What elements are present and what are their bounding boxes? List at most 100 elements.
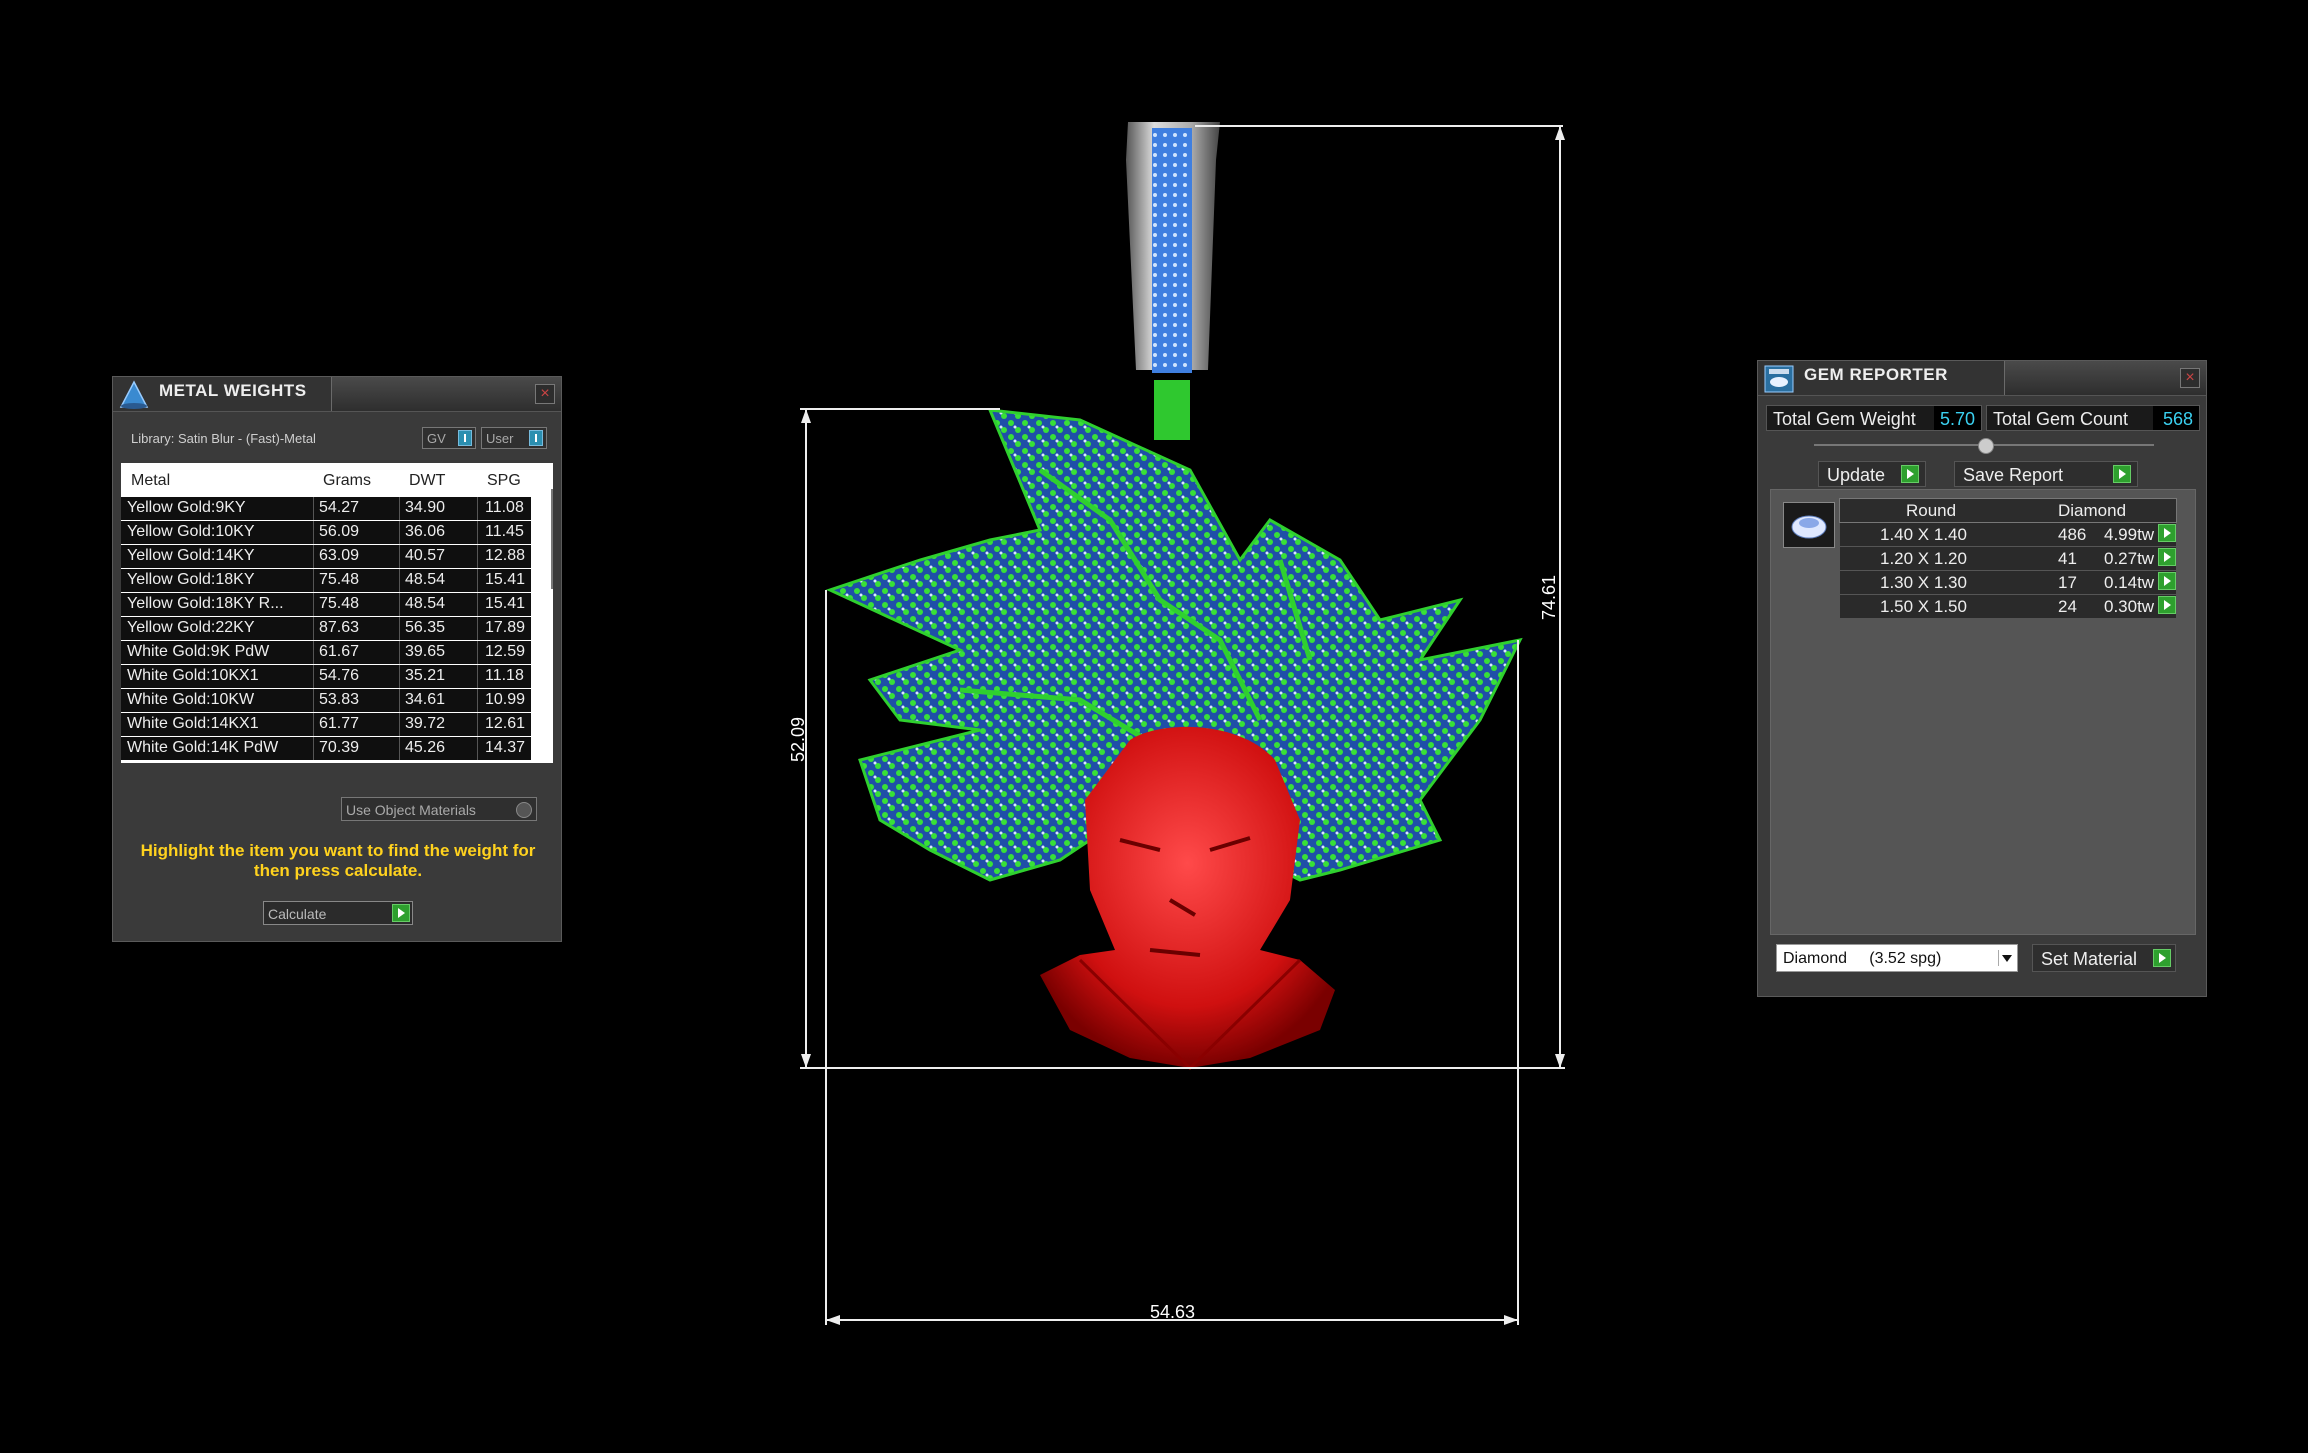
dwt-cell: 40.57 xyxy=(405,547,446,564)
metal-weights-table: Metal Grams DWT SPG Yellow Gold:9KY 54.27… xyxy=(121,463,553,763)
metal-name-cell: Yellow Gold:14KY xyxy=(127,547,255,564)
column-divider xyxy=(313,593,314,616)
set-material-button[interactable]: Set Material xyxy=(2032,944,2176,972)
instruction-text: Highlight the item you want to find the … xyxy=(140,841,536,880)
table-row[interactable]: White Gold:14KX1 61.77 39.72 12.61 xyxy=(121,713,531,736)
select-gems-play-icon[interactable] xyxy=(2158,548,2176,566)
table-row[interactable]: Yellow Gold:18KY 75.48 48.54 15.41 xyxy=(121,569,531,592)
col-metal[interactable]: Metal xyxy=(131,472,170,490)
grams-cell: 70.39 xyxy=(319,739,360,756)
gem-report-table: Round Diamond 1.40 X 1.40 486 4.99tw 1.20 X… xyxy=(1839,498,2177,619)
gem-table-header: Round Diamond xyxy=(1839,498,2177,523)
column-divider xyxy=(399,665,400,688)
select-gems-play-icon[interactable] xyxy=(2158,524,2176,542)
gem-count-cell: 486 xyxy=(2058,525,2087,544)
chevron-down-icon[interactable] xyxy=(1998,950,2013,966)
column-divider xyxy=(313,617,314,640)
metal-name-cell: White Gold:10KX1 xyxy=(127,667,259,684)
metal-weights-panel: METAL WEIGHTS × Library: Satin Blur - (F… xyxy=(112,376,562,942)
gem-row[interactable]: 1.40 X 1.40 486 4.99tw xyxy=(1839,523,2177,547)
table-row[interactable]: Yellow Gold:22KY 87.63 56.35 17.89 xyxy=(121,617,531,640)
grams-cell: 54.27 xyxy=(319,499,360,516)
gem-count-cell: 17 xyxy=(2058,573,2077,592)
metal-name-cell: Yellow Gold:18KY R... xyxy=(127,595,284,612)
dwt-cell: 34.90 xyxy=(405,499,446,516)
material-select-value: Diamond (3.52 spg) xyxy=(1783,950,1942,967)
select-gems-play-icon[interactable] xyxy=(2158,572,2176,590)
column-divider xyxy=(477,689,478,712)
calculate-button[interactable]: Calculate xyxy=(263,901,413,925)
table-row[interactable]: Yellow Gold:14KY 63.09 40.57 12.88 xyxy=(121,545,531,568)
user-toggle[interactable]: User xyxy=(481,427,547,449)
gem-count-cell: 24 xyxy=(2058,597,2077,616)
material-select[interactable]: Diamond (3.52 spg) xyxy=(1776,944,2018,972)
gem-row[interactable]: 1.30 X 1.30 17 0.14tw xyxy=(1839,571,2177,595)
round-diamond-icon[interactable] xyxy=(1783,502,1835,548)
gv-toggle[interactable]: GV xyxy=(422,427,476,449)
column-divider xyxy=(399,593,400,616)
gem-count-cell: 41 xyxy=(2058,549,2077,568)
spg-cell: 12.61 xyxy=(485,715,526,732)
material-header: Diamond xyxy=(2058,501,2127,520)
column-divider xyxy=(477,569,478,592)
table-row[interactable]: Yellow Gold:9KY 54.27 34.90 11.08 xyxy=(121,497,531,520)
metal-weights-rows: Yellow Gold:9KY 54.27 34.90 11.08 Yellow Gol… xyxy=(121,497,531,761)
column-divider xyxy=(399,713,400,736)
metal-name-cell: White Gold:10KW xyxy=(127,691,255,708)
metal-weights-close-icon[interactable]: × xyxy=(535,384,555,404)
dwt-cell: 39.72 xyxy=(405,715,446,732)
col-dwt[interactable]: DWT xyxy=(409,472,445,490)
table-header: Metal Grams DWT SPG xyxy=(121,463,553,497)
use-object-materials-option[interactable]: Use Object Materials xyxy=(341,797,537,821)
metal-weights-titlebar[interactable]: METAL WEIGHTS × xyxy=(113,377,561,412)
gem-row[interactable]: 1.50 X 1.50 24 0.30tw xyxy=(1839,595,2177,619)
gem-size-cell: 1.40 X 1.40 xyxy=(1880,525,1967,544)
dim-head-height-label: 52.09 xyxy=(788,717,808,762)
dwt-cell: 48.54 xyxy=(405,571,446,588)
report-slider-knob[interactable] xyxy=(1978,438,1994,454)
total-gem-weight: Total Gem Weight 5.70 xyxy=(1766,405,1982,431)
gem-weight-cell: 0.30tw xyxy=(2104,597,2155,616)
total-gem-count-value: 568 xyxy=(2153,406,2199,430)
grams-cell: 75.48 xyxy=(319,595,360,612)
shape-header: Round xyxy=(1906,501,1957,520)
table-row[interactable]: White Gold:10KW 53.83 34.61 10.99 xyxy=(121,689,531,712)
column-divider xyxy=(477,713,478,736)
table-row[interactable]: Yellow Gold:18KY R... 75.48 48.54 15.41 xyxy=(121,593,531,616)
metal-name-cell: Yellow Gold:10KY xyxy=(127,523,255,540)
column-divider xyxy=(399,497,400,520)
table-row[interactable]: White Gold:9K PdW 61.67 39.65 12.59 xyxy=(121,641,531,664)
grams-cell: 56.09 xyxy=(319,523,360,540)
set-material-label: Set Material xyxy=(2041,949,2138,969)
vertical-scrollbar[interactable] xyxy=(551,489,553,589)
dwt-cell: 56.35 xyxy=(405,619,446,636)
select-gems-play-icon[interactable] xyxy=(2158,596,2176,614)
column-divider xyxy=(313,545,314,568)
table-row[interactable]: White Gold:14K PdW 70.39 45.26 14.37 xyxy=(121,737,531,760)
table-row[interactable]: Yellow Gold:10KY 56.09 36.06 11.45 xyxy=(121,521,531,544)
col-grams[interactable]: Grams xyxy=(323,472,371,490)
save-report-button[interactable]: Save Report xyxy=(1954,461,2138,487)
update-button[interactable]: Update xyxy=(1818,461,1926,487)
column-divider xyxy=(313,737,314,760)
table-row[interactable]: White Gold:10KX1 54.76 35.21 11.18 xyxy=(121,665,531,688)
metal-name-cell: White Gold:14KX1 xyxy=(127,715,259,732)
save-report-play-icon xyxy=(2113,465,2131,483)
column-divider xyxy=(313,569,314,592)
col-spg[interactable]: SPG xyxy=(487,472,521,490)
use-object-materials-radio[interactable] xyxy=(516,802,532,818)
grams-cell: 53.83 xyxy=(319,691,360,708)
dwt-cell: 34.61 xyxy=(405,691,446,708)
pendant-bail xyxy=(1126,122,1220,440)
calculate-label: Calculate xyxy=(268,906,327,922)
gem-reporter-close-icon[interactable]: × xyxy=(2180,368,2200,388)
gem-weight-cell: 0.27tw xyxy=(2104,549,2155,568)
calculate-play-icon xyxy=(392,904,410,922)
column-divider xyxy=(313,521,314,544)
column-divider xyxy=(313,641,314,664)
gem-reporter-titlebar[interactable]: GEM REPORTER × xyxy=(1758,361,2206,396)
grams-cell: 87.63 xyxy=(319,619,360,636)
column-divider xyxy=(399,641,400,664)
grams-cell: 63.09 xyxy=(319,547,360,564)
gem-row[interactable]: 1.20 X 1.20 41 0.27tw xyxy=(1839,547,2177,571)
